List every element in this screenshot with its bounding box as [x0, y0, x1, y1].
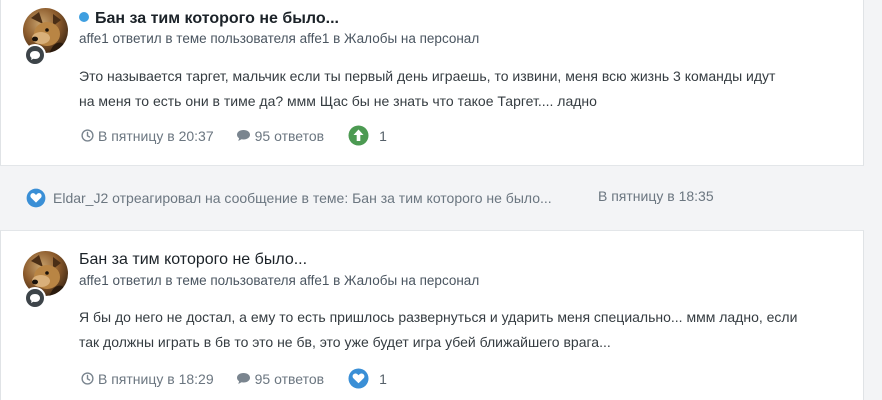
reaction[interactable]: 1 [348, 368, 387, 389]
comment-badge-icon [24, 287, 46, 309]
post-meta: В пятницу в 20:37 95 ответов 1 [81, 125, 387, 146]
avatar[interactable] [23, 8, 68, 66]
activity-text[interactable]: Eldar_J2 отреагировал на сообщение в тем… [53, 190, 552, 206]
post-title-text[interactable]: Бан за тим которого не было... [95, 10, 339, 27]
comment-badge-icon [24, 44, 46, 66]
post-snippet-line: на меня то есть они в тиме да? ммм Щас б… [79, 93, 597, 109]
post-snippet: Я бы до него не достал, а ему то есть пр… [79, 305, 849, 355]
clock-icon [81, 372, 94, 385]
post-subtitle: affe1 ответил в теме пользователя affe1 … [79, 273, 480, 288]
post-snippet-line: так должны играть в бв то это не бв, это… [79, 334, 611, 350]
replies-count-text: 95 ответов [254, 370, 325, 387]
reaction[interactable]: 1 [348, 125, 387, 146]
heart-icon [26, 188, 46, 208]
post-snippet-line: Это называется таргет, мальчик если ты п… [79, 68, 776, 84]
post-time[interactable]: В пятницу в 20:37 [81, 128, 214, 144]
post-snippet-line: Я бы до него не достал, а ему то есть пр… [79, 309, 798, 325]
post-subtitle: affe1 ответил в теме пользователя affe1 … [79, 31, 480, 46]
replies-count-text: 95 ответов [254, 127, 325, 144]
replies-count: 95 ответов [236, 371, 324, 387]
reaction-count: 1 [379, 370, 387, 387]
post-card: Бан за тим которого не было... affe1 отв… [0, 0, 864, 166]
replies-count: 95 ответов [236, 128, 324, 144]
heart-icon[interactable] [348, 368, 369, 389]
post-time[interactable]: В пятницу в 18:29 [81, 371, 214, 387]
post-title-text[interactable]: Бан за тим которого не было... [79, 251, 307, 268]
comment-icon [236, 130, 250, 141]
post-time-text[interactable]: В пятницу в 20:37 [98, 128, 214, 144]
post-snippet: Это называется таргет, мальчик если ты п… [79, 64, 849, 114]
post-time-text[interactable]: В пятницу в 18:29 [98, 371, 214, 387]
post-title[interactable]: Бан за тим которого не было... [79, 251, 307, 269]
unread-dot-icon [79, 12, 89, 22]
upvote-icon[interactable] [348, 125, 369, 146]
post-meta: В пятницу в 18:29 95 ответов 1 [81, 368, 387, 389]
clock-icon [81, 129, 94, 142]
activity-time[interactable]: В пятницу в 18:35 [598, 188, 714, 204]
reaction-count: 1 [379, 127, 387, 144]
comment-icon [236, 373, 250, 384]
activity-item: Eldar_J2 отреагировал на сообщение в тем… [26, 188, 714, 208]
avatar[interactable] [23, 251, 68, 309]
post-title[interactable]: Бан за тим которого не было... [79, 10, 339, 28]
post-card: Бан за тим которого не было... affe1 отв… [0, 230, 864, 400]
